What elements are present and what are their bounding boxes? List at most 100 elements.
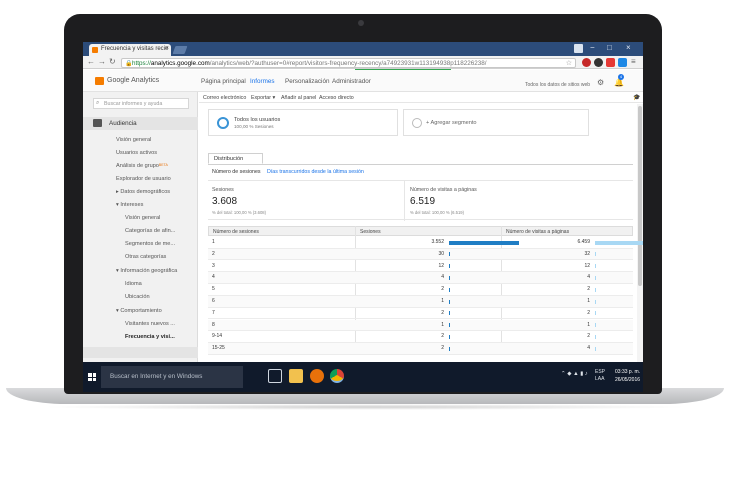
th-sessions[interactable]: Sesiones	[360, 229, 381, 235]
nav-customization[interactable]: Personalización	[285, 78, 329, 85]
extension-pdf-icon[interactable]	[606, 58, 615, 67]
subtab-days-since[interactable]: Días transcurridos desde la última sesió…	[267, 169, 364, 175]
url-prefix: https://	[132, 60, 151, 67]
sidebar-item-affinity[interactable]: Categorías de afin...	[125, 228, 175, 234]
cell-pageviews: 6.459	[577, 239, 590, 245]
extension-dark-icon[interactable]	[594, 58, 603, 67]
close-window-button[interactable]: ×	[626, 43, 631, 52]
sidebar-item-interests[interactable]: ▾ Intereses	[116, 202, 143, 208]
email-button[interactable]: Correo electrónico	[203, 95, 246, 101]
subtab-session-count[interactable]: Número de sesiones	[212, 169, 261, 175]
sessions-bar	[449, 287, 450, 292]
graduation-cap-icon[interactable]: 🎓	[633, 94, 640, 101]
ga-logo-icon[interactable]	[95, 77, 104, 85]
extension-blue-icon[interactable]	[618, 58, 627, 67]
table-row: 2 30 32	[208, 248, 633, 261]
cell-session-count: 15-25	[212, 345, 225, 352]
forward-arrow-icon[interactable]: →	[98, 57, 106, 66]
sidebar-item-language[interactable]: Idioma	[125, 281, 142, 287]
th-session-count[interactable]: Número de sesiones	[213, 229, 259, 235]
pageviews-bar	[595, 311, 596, 316]
sidebar-item-behavior[interactable]: ▾ Comportamiento	[116, 308, 162, 314]
pageviews-bar	[595, 299, 596, 304]
camera	[358, 20, 364, 26]
sidebar-item-user-explorer[interactable]: Explorador de usuario	[116, 176, 171, 182]
table-row: 7 2 2	[208, 308, 633, 320]
metric-pageviews-label: Número de visitas a páginas	[410, 187, 477, 193]
firefox-icon[interactable]	[310, 369, 324, 383]
sessions-bar	[449, 264, 450, 269]
export-button[interactable]: Exportar ▾	[251, 95, 275, 101]
cell-sessions: 2	[441, 345, 444, 352]
settings-gear-icon[interactable]: ⚙	[597, 78, 604, 87]
language-indicator[interactable]: ESP LAA	[595, 369, 605, 383]
segment-name: Todos los usuarios	[234, 117, 281, 123]
file-explorer-icon[interactable]	[289, 369, 303, 383]
clock-date: 26/05/2016	[615, 377, 641, 383]
maximize-button[interactable]: □	[607, 43, 612, 52]
account-selector[interactable]: Todos los datos de sitios web	[525, 82, 590, 88]
nav-admin[interactable]: Administrador	[332, 78, 371, 85]
cell-sessions: 4	[441, 274, 444, 281]
sidebar-item-frequency[interactable]: Frecuencia y visi...	[125, 334, 175, 340]
active-item-highlight	[83, 347, 198, 358]
add-segment-button[interactable]: + Agregar segmento	[403, 109, 589, 136]
table-row: 4 4 4	[208, 272, 633, 284]
minimize-button[interactable]: −	[590, 43, 595, 52]
reload-icon[interactable]: ↻	[109, 57, 116, 66]
profile-icon[interactable]	[574, 44, 583, 53]
tray-icons[interactable]: ⌃ ◆ ▲ ▮ ♪	[561, 371, 588, 377]
sidebar-item-geo[interactable]: ▾ Información geográfica	[116, 268, 177, 274]
sessions-bar	[449, 346, 450, 351]
cell-session-count: 6	[212, 298, 215, 304]
sidebar-section-audience[interactable]: Audiencia	[83, 117, 198, 130]
address-bar-row: ← → ↻ 🔒 https://analytics.google.com/ana…	[83, 56, 643, 69]
laptop-lid: Frecuencia y visitas recie × − □ × ← → ↻…	[64, 14, 662, 394]
scrollbar-thumb[interactable]	[638, 106, 642, 286]
segment-ring-icon	[217, 117, 229, 129]
pageviews-bar	[595, 346, 596, 351]
tab-distribution[interactable]: Distribución	[208, 153, 263, 164]
shortcut-button[interactable]: Acceso directo	[319, 95, 354, 101]
add-to-dashboard-button[interactable]: Añadir al panel	[281, 95, 316, 101]
taskbar-search-input[interactable]: Buscar en Internet y en Windows	[101, 366, 243, 388]
url-input[interactable]: 🔒 https://analytics.google.com/analytics…	[121, 58, 576, 68]
cell-session-count: 4	[212, 274, 215, 281]
analytics-favicon-icon	[92, 47, 98, 53]
sidebar-item-active-users[interactable]: Usuarios activos	[116, 150, 157, 156]
sidebar-item-overview[interactable]: Visión general	[116, 137, 151, 143]
sidebar-item-other-categories[interactable]: Otras categorías	[125, 254, 166, 260]
tab-close-icon[interactable]: ×	[165, 45, 169, 52]
windows-taskbar: Buscar en Internet y en Windows ⌃ ◆ ▲ ▮ …	[83, 362, 643, 392]
new-tab-button[interactable]	[172, 46, 188, 54]
nav-home[interactable]: Página principal	[201, 78, 246, 85]
task-view-icon[interactable]	[268, 369, 282, 383]
taskbar-clock[interactable]: 03:33 p. m. 26/05/2016	[615, 368, 640, 384]
sidebar-item-demographics[interactable]: ▸ Datos demográficos	[116, 189, 170, 195]
cell-sessions: 2	[441, 333, 444, 340]
th-pageviews[interactable]: Número de visitas a páginas	[506, 229, 569, 235]
sidebar-item-location[interactable]: Ubicación	[125, 294, 150, 300]
ga-brand[interactable]: Google Analytics	[107, 77, 159, 84]
nav-reports[interactable]: Informes	[250, 78, 275, 85]
sessions-bar	[449, 252, 450, 257]
sessions-bar	[449, 323, 450, 328]
metric-pageviews-sub: % del total: 100,00 % (6.519)	[410, 210, 465, 215]
segment-card[interactable]: Todos los usuarios 100,00 % Sesiones	[208, 109, 398, 136]
bookmark-star-icon[interactable]: ☆	[566, 59, 572, 67]
sidebar-item-in-market[interactable]: Segmentos de me...	[125, 241, 175, 247]
chrome-icon[interactable]	[330, 369, 344, 383]
report-search-input[interactable]: ⌕ Buscar informes y ayuda	[93, 98, 189, 109]
browser-tab[interactable]: Frecuencia y visitas recie ×	[89, 44, 171, 56]
sidebar-item-interests-overview[interactable]: Visión general	[125, 215, 160, 221]
sidebar-item-new-vs-returning[interactable]: Visitantes nuevos ...	[125, 321, 175, 327]
extension-red-icon[interactable]	[582, 58, 591, 67]
search-icon: ⌕	[96, 100, 100, 106]
tab-divider	[208, 164, 633, 165]
menu-icon[interactable]: ≡	[631, 57, 636, 66]
windows-start-icon[interactable]	[88, 373, 96, 381]
cell-sessions: 2	[441, 286, 444, 293]
back-arrow-icon[interactable]: ←	[87, 57, 95, 66]
tab-title: Frecuencia y visitas recie	[101, 46, 169, 52]
sidebar-item-cohort[interactable]: Análisis de grupoBETA	[116, 163, 168, 169]
